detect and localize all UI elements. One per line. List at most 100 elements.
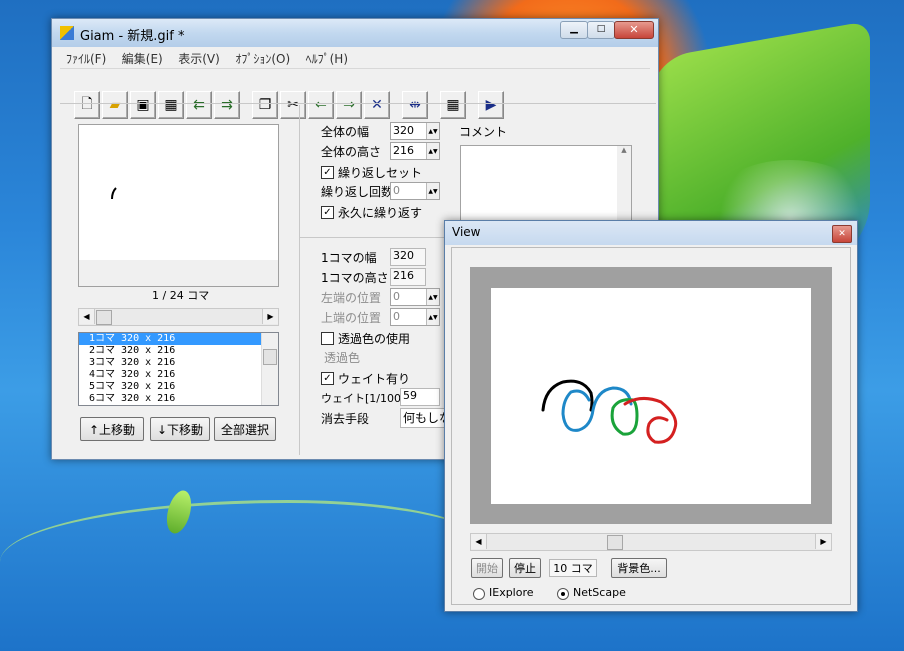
list-item[interactable]: 3コマ 320 x 216 [79,357,278,369]
menu-view[interactable]: 表示(V) [172,48,226,69]
scroll-thumb[interactable] [96,310,112,325]
frame-display: 10 コマ [549,559,597,577]
save-as-icon: ▦ [164,97,178,113]
view-close-button[interactable]: ✕ [832,225,852,243]
view-frame-scrollbar[interactable]: ◀ ▶ [470,533,832,551]
netscape-radio[interactable] [557,588,569,600]
loop-set-checkbox[interactable]: ✓ [321,166,334,179]
top-pos-input[interactable]: 0 ▲▼ [390,308,440,326]
wait-input[interactable]: 59 [400,388,440,406]
loop-forever-label: 永久に繰り返す [338,206,423,220]
bg-color-button[interactable]: 背景色... [611,558,667,578]
menu-file[interactable]: ﾌｧｲﾙ(F) [60,48,112,69]
view-titlebar[interactable]: View ✕ [445,221,857,245]
left-pos-label: 左端の位置 [321,291,382,305]
app-icon [60,26,74,40]
grid-button[interactable]: ▦ [440,91,466,119]
loop-count-input[interactable]: 0 ▲▼ [390,182,440,200]
list-item[interactable]: 2コマ 320 x 216 [79,345,278,357]
list-item[interactable]: 4コマ 320 x 216 [79,369,278,381]
frame-preview [78,124,279,287]
wait-unit-label: ウェイト[1/100s] [321,392,412,405]
frame-list[interactable]: 1コマ 320 x 216 2コマ 320 x 216 3コマ 320 x 21… [78,332,279,406]
paste-after-button[interactable]: ⇒ [336,91,362,119]
move-down-button[interactable]: ↓下移動 [150,417,210,441]
minimize-button[interactable]: ▁ [560,21,588,39]
play-icon: ▶ [485,97,497,113]
animation-frame-canvas [491,288,811,504]
transparent-color-label: 透過色 [324,351,361,365]
list-scrollbar[interactable] [261,333,278,405]
total-height-input[interactable]: 216 ▲▼ [390,142,440,160]
top-pos-label: 上端の位置 [321,311,382,325]
view-canvas-area [470,267,832,524]
open-button[interactable]: ▰ [102,91,128,119]
preview-stroke [111,187,117,200]
window-title: Giam - 新規.gif * [80,29,185,44]
left-pos-input[interactable]: 0 ▲▼ [390,288,440,306]
move-up-button[interactable]: ↑上移動 [80,417,144,441]
wait-label: ウェイト有り [338,372,411,386]
spin-arrows-icon[interactable]: ▲▼ [426,183,439,199]
view-scroll-right-arrow[interactable]: ▶ [815,534,831,549]
frame-counter: 1 / 24 コマ [152,289,210,302]
list-item[interactable]: 6コマ 320 x 216 [79,393,278,405]
spin-arrows-icon[interactable]: ▲▼ [426,309,439,325]
wait-checkbox[interactable]: ✓ [321,372,334,385]
total-width-label: 全体の幅 [321,125,370,139]
save-button[interactable]: ▣ [130,91,156,119]
total-width-input[interactable]: 320 ▲▼ [390,122,440,140]
menu-options[interactable]: ｵﾌﾟｼｮﾝ(O) [229,48,296,69]
select-all-button[interactable]: 全部選択 [214,417,276,441]
frame-scrollbar[interactable]: ◀ ▶ [78,308,279,326]
insert-frame-button[interactable]: ⇇ [186,91,212,119]
iexplore-label: IExplore [489,586,534,599]
loop-count-label: 繰り返し回数 [321,185,394,199]
menu-help[interactable]: ﾍﾙﾌﾟ(H) [300,48,354,69]
list-scroll-thumb[interactable] [263,349,277,365]
list-item[interactable]: 5コマ 320 x 216 [79,381,278,393]
frame-height-label: 1コマの高さ [321,271,389,285]
close-button[interactable]: ✕ [614,21,654,39]
maximize-button[interactable]: □ [587,21,615,39]
main-titlebar[interactable]: Giam - 新規.gif * ▁ □ ✕ [52,19,658,47]
start-button[interactable]: 開始 [471,558,503,578]
new-file-icon: 🗋 [81,96,93,112]
insert-frame-icon: ⇇ [193,97,205,113]
view-scroll-left-arrow[interactable]: ◀ [471,534,487,549]
preview-bottom-strip [79,260,278,286]
append-frame-button[interactable]: ⇉ [214,91,240,119]
scroll-right-arrow[interactable]: ▶ [262,309,278,324]
comment-label: コメント [459,125,508,139]
paste-after-icon: ⇒ [343,97,355,113]
comment-textarea[interactable]: ▲ [460,145,632,223]
optimize-button[interactable]: ⇹ [402,91,428,119]
spin-arrows-icon[interactable]: ▲▼ [426,289,439,305]
transparent-use-label: 透過色の使用 [338,332,411,346]
play-button[interactable]: ▶ [478,91,504,119]
save-as-button[interactable]: ▦ [158,91,184,119]
view-scroll-thumb[interactable] [607,535,623,550]
frame-width-label: 1コマの幅 [321,251,377,265]
spin-arrows-icon[interactable]: ▲▼ [426,123,439,139]
copy-button[interactable]: ❐ [252,91,278,119]
transparent-checkbox[interactable] [321,332,334,345]
paste-before-button[interactable]: ⇐ [308,91,334,119]
toolbar-separator [60,103,656,104]
iexplore-radio[interactable] [473,588,485,600]
stop-button[interactable]: 停止 [509,558,541,578]
cut-button[interactable]: ✂ [280,91,306,119]
loop-forever-checkbox[interactable]: ✓ [321,206,334,219]
list-item[interactable]: 1コマ 320 x 216 [79,333,261,345]
comment-scrollbar[interactable]: ▲ [617,146,631,222]
new-file-button[interactable]: 🗋 [74,91,100,119]
menu-edit[interactable]: 編集(E) [116,48,169,69]
scroll-left-arrow[interactable]: ◀ [79,309,95,324]
optimize-icon: ⇹ [409,97,421,113]
netscape-label: NetScape [573,586,626,599]
view-title: View [452,225,481,239]
delete-button[interactable]: ✕ [364,91,390,119]
frame-height-field: 216 [390,268,426,286]
toolbar: 🗋 ▰ ▣ ▦ ⇇ ⇉ ❐ ✂ ⇐ ⇒ ✕ ⇹ ▦ ▶ [60,69,650,123]
spin-arrows-icon[interactable]: ▲▼ [426,143,439,159]
